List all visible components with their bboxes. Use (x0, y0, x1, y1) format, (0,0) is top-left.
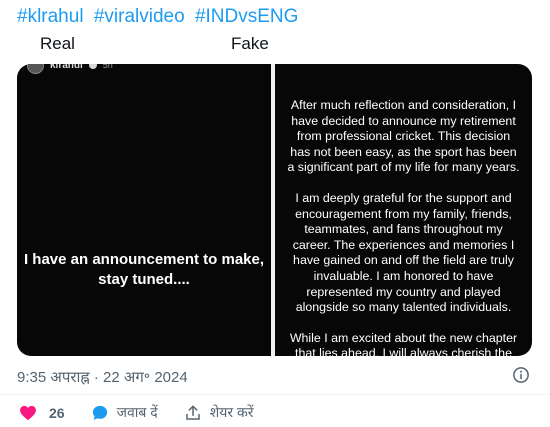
story-header: klrahul 5h (27, 64, 113, 74)
statement-paragraph-2: I am deeply grateful for the support and… (292, 190, 515, 315)
hashtag-indvseng[interactable]: #INDvsENG (195, 6, 298, 27)
info-icon[interactable] (512, 366, 530, 384)
label-real: Real (40, 34, 75, 53)
reply-label: जवाब दें (116, 404, 158, 420)
tweet: #klrahul #viralvideo #INDvsENG Real Fake… (0, 0, 550, 427)
share-icon (185, 405, 200, 420)
tweet-media[interactable]: klrahul 5h I have an announcement to mak… (17, 64, 532, 356)
story-time: 5h (102, 64, 113, 70)
story-username: klrahul (50, 64, 83, 71)
hashtag-list: #klrahul #viralvideo #INDvsENG (17, 6, 303, 28)
heart-icon (20, 405, 36, 420)
real-story-image[interactable]: klrahul 5h I have an announcement to mak… (17, 64, 271, 356)
statement-paragraph-1: After much reflection and consideration,… (287, 98, 520, 175)
statement-paragraph-3: While I am excited about the new chapter… (289, 330, 518, 356)
fake-statement-image[interactable]: After much reflection and consideration,… (275, 64, 532, 356)
announcement-text: I have an announcement to make, stay tun… (23, 251, 265, 288)
verified-icon (88, 64, 97, 69)
avatar (27, 64, 44, 74)
label-fake: Fake (231, 34, 269, 53)
like-count: 26 (49, 404, 65, 421)
retirement-statement: After much reflection and consideration,… (287, 98, 520, 356)
share-label: शेयर करें (209, 404, 254, 420)
action-bar: 26 जवाब दें शेयर करें (19, 403, 253, 422)
share-button[interactable]: शेयर करें (184, 403, 254, 422)
tweet-timestamp[interactable]: 9:35 अपराह्न · 22 अग॰ 2024 (17, 367, 188, 387)
reply-button[interactable]: जवाब दें (91, 403, 158, 422)
like-button[interactable]: 26 (19, 404, 65, 422)
separator (0, 394, 550, 395)
hashtag-klrahul[interactable]: #klrahul (17, 6, 84, 27)
hashtag-viralvideo[interactable]: #viralvideo (94, 6, 185, 27)
speech-bubble-icon (92, 405, 107, 420)
